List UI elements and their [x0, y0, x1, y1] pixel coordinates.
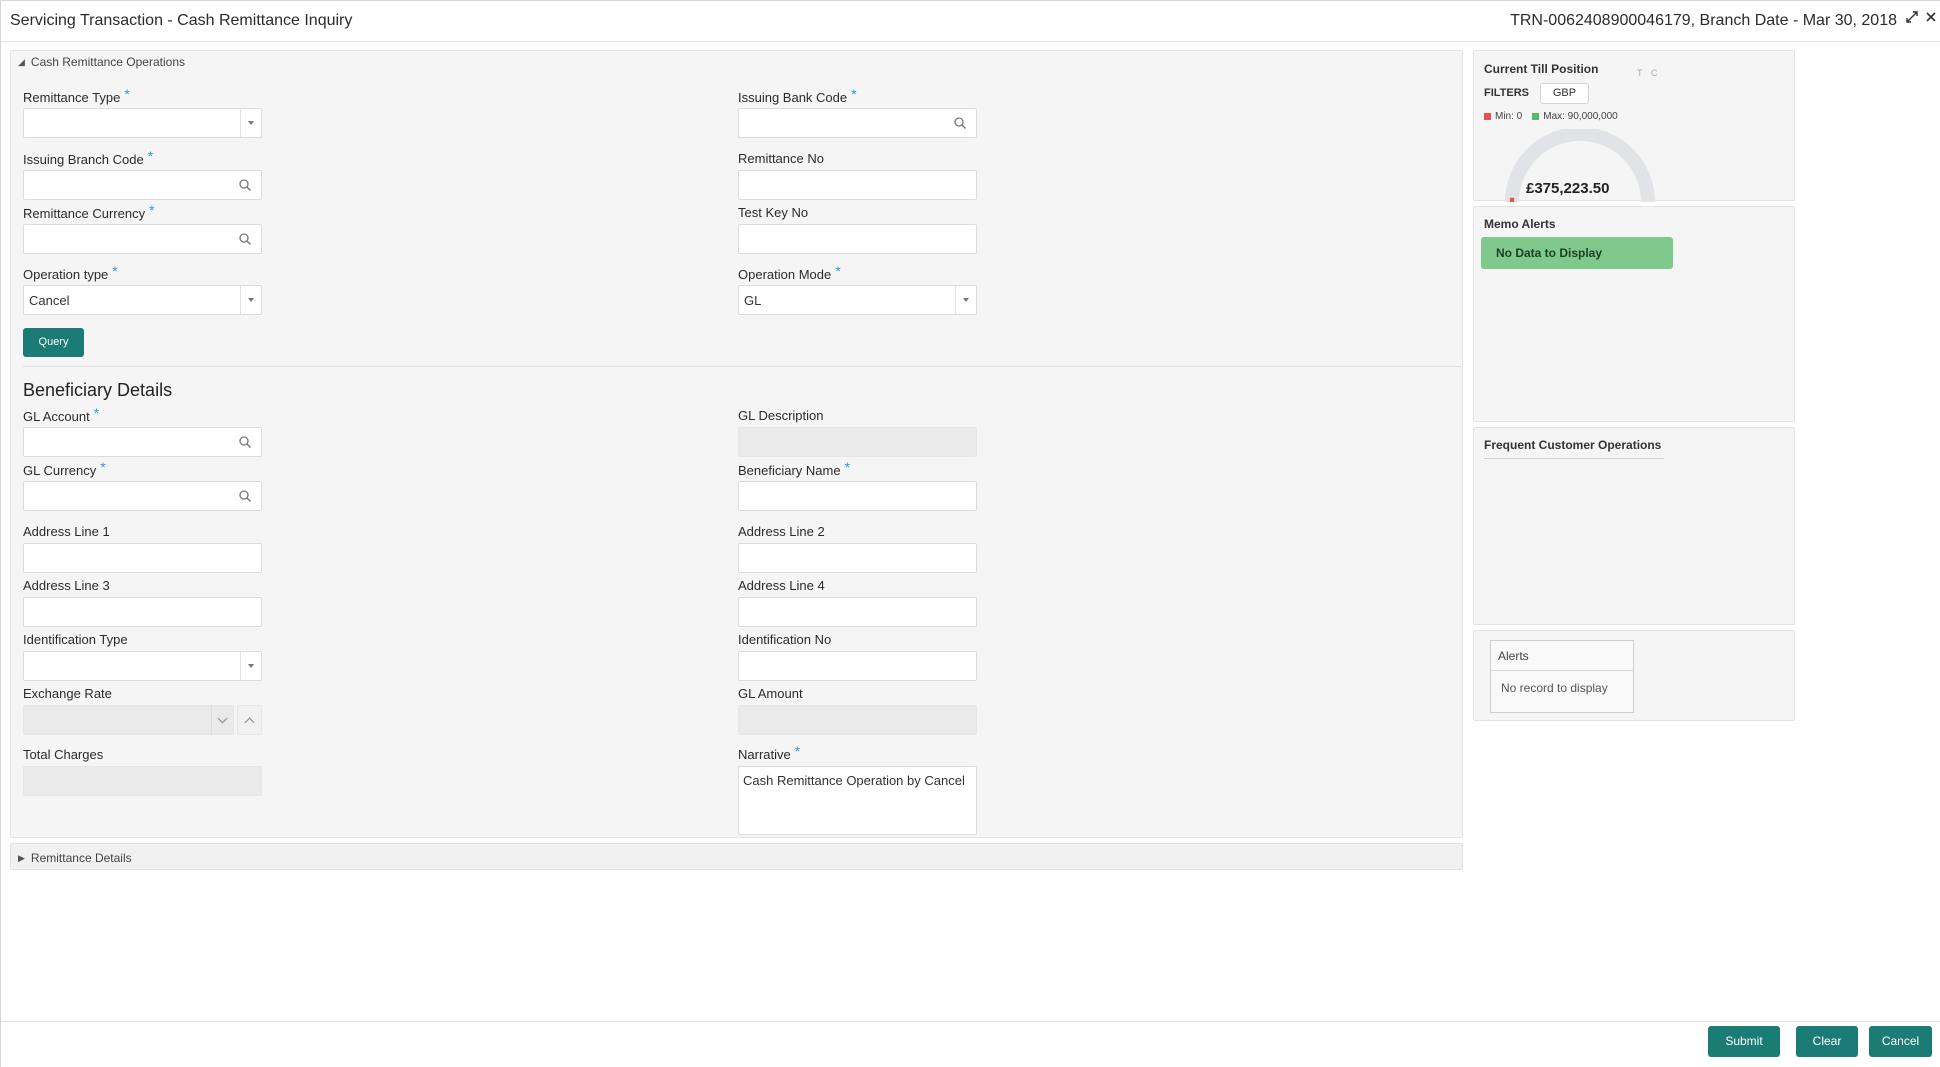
identification-no-label: Identification No	[738, 632, 832, 647]
search-icon[interactable]	[238, 232, 252, 246]
chevron-down-icon[interactable]	[240, 286, 261, 314]
query-button[interactable]: Query	[23, 328, 84, 357]
address-line-1-label: Address Line 1	[23, 524, 110, 539]
narrative-label: Narrative *	[738, 743, 801, 762]
min-legend-swatch	[1484, 113, 1491, 120]
exchange-rate-label: Exchange Rate	[23, 686, 112, 701]
remittance-currency-label: Remittance Currency *	[23, 202, 155, 221]
section-toggle-remittance-details[interactable]: ▶ Remittance Details	[18, 851, 132, 865]
expand-triangle-icon: ▶	[18, 852, 25, 863]
address-line-2-input[interactable]	[738, 543, 977, 573]
search-icon[interactable]	[953, 116, 967, 130]
increment-icon[interactable]	[237, 705, 262, 735]
title-bar: Servicing Transaction - Cash Remittance …	[1, 0, 1940, 42]
widget-title: Frequent Customer Operations	[1484, 438, 1662, 452]
identification-type-select[interactable]	[23, 651, 262, 681]
beneficiary-details-heading: Beneficiary Details	[23, 380, 173, 400]
narrative-textarea[interactable]: Cash Remittance Operation by Cancel	[738, 766, 977, 835]
test-key-no-input[interactable]	[738, 224, 977, 254]
max-legend-swatch	[1532, 113, 1540, 120]
exchange-rate-stepper	[23, 705, 262, 735]
address-line-4-input[interactable]	[738, 597, 977, 627]
widget-title: Memo Alerts	[1484, 217, 1556, 231]
filters-label: FILTERS	[1484, 87, 1530, 99]
beneficiary-name-input[interactable]	[738, 481, 977, 511]
section-toggle-cash-remittance-operations[interactable]: ◢ Cash Remittance Operations	[18, 55, 185, 69]
operation-type-select[interactable]: Cancel	[23, 285, 262, 315]
gl-currency-input[interactable]	[23, 481, 262, 511]
beneficiary-name-label: Beneficiary Name *	[738, 459, 851, 478]
address-line-1-input[interactable]	[23, 543, 262, 573]
search-icon[interactable]	[238, 435, 252, 449]
section-title: Cash Remittance Operations	[30, 55, 185, 69]
gl-amount-field	[738, 705, 977, 735]
chevron-down-icon[interactable]	[955, 286, 976, 314]
operation-type-label: Operation type *	[23, 263, 118, 282]
close-icon[interactable]	[1925, 10, 1937, 28]
test-key-no-label: Test Key No	[738, 205, 809, 220]
issuing-branch-code-input[interactable]	[23, 170, 262, 200]
exchange-rate-field	[23, 705, 234, 735]
widget-title: Current Till Position	[1484, 62, 1599, 76]
max-label: Max: 90,000,000	[1543, 111, 1618, 122]
search-icon[interactable]	[238, 489, 252, 503]
clear-button[interactable]: Clear	[1796, 1026, 1858, 1057]
remittance-no-label: Remittance No	[738, 151, 824, 166]
issuing-bank-code-label: Issuing Bank Code *	[738, 86, 857, 105]
alerts-empty-message: No record to display	[1501, 681, 1608, 695]
cancel-button[interactable]: Cancel	[1869, 1026, 1932, 1057]
app-window: Servicing Transaction - Cash Remittance …	[0, 0, 1940, 1067]
remittance-type-select[interactable]	[23, 108, 262, 138]
cash-remittance-operations-panel: ◢ Cash Remittance Operations Remittance …	[10, 50, 1463, 838]
address-line-2-label: Address Line 2	[738, 524, 825, 539]
identification-type-label: Identification Type	[23, 632, 128, 647]
divider	[23, 366, 1461, 367]
total-charges-label: Total Charges	[23, 747, 104, 762]
currency-filter-chip[interactable]: GBP	[1540, 83, 1589, 104]
alerts-widget: Alerts No record to display	[1473, 630, 1795, 721]
issuing-bank-code-input[interactable]	[738, 108, 977, 138]
current-till-position-widget: Current Till Position T C FILTERS GBP Mi…	[1473, 50, 1795, 203]
memo-alert-message: No Data to Display	[1481, 237, 1673, 269]
gl-amount-label: GL Amount	[738, 686, 803, 701]
search-icon[interactable]	[238, 178, 252, 192]
title-underline	[1484, 458, 1664, 459]
gl-description-field	[738, 427, 977, 457]
gl-account-input[interactable]	[23, 427, 262, 457]
transaction-reference: TRN-0062408900046179, Branch Date - Mar …	[1510, 12, 1897, 29]
remittance-currency-input[interactable]	[23, 224, 262, 254]
submit-button[interactable]: Submit	[1708, 1026, 1780, 1057]
remittance-no-input[interactable]	[738, 170, 977, 200]
issuing-branch-code-label: Issuing Branch Code *	[23, 148, 154, 167]
address-line-3-label: Address Line 3	[23, 578, 110, 593]
alerts-table: Alerts No record to display	[1490, 640, 1634, 713]
operation-mode-select[interactable]: GL	[738, 285, 977, 315]
total-charges-field	[23, 766, 262, 796]
page-title: Servicing Transaction - Cash Remittance …	[10, 12, 353, 29]
gl-account-label: GL Account *	[23, 405, 100, 424]
memo-alerts-widget: Memo Alerts No Data to Display	[1473, 206, 1795, 422]
chevron-down-icon[interactable]	[240, 652, 261, 680]
gl-currency-label: GL Currency *	[23, 459, 106, 478]
remittance-details-panel: ▶ Remittance Details	[10, 843, 1463, 870]
address-line-4-label: Address Line 4	[738, 578, 825, 593]
gauge-legend: Min: 0 Max: 90,000,000	[1484, 111, 1618, 122]
expand-icon[interactable]	[1905, 10, 1919, 28]
remittance-type-label: Remittance Type *	[23, 86, 130, 105]
frequent-customer-operations-widget: Frequent Customer Operations	[1473, 427, 1795, 625]
identification-no-input[interactable]	[738, 651, 977, 681]
footer-divider	[1, 1021, 1940, 1022]
decrement-icon[interactable]	[211, 705, 234, 735]
min-label: Min: 0	[1495, 111, 1523, 122]
till-amount: £375,223.50	[1526, 180, 1610, 197]
tc-toggle[interactable]: T C	[1637, 68, 1660, 78]
alerts-header: Alerts	[1491, 641, 1633, 671]
chevron-down-icon[interactable]	[240, 109, 261, 137]
operation-mode-label: Operation Mode *	[738, 263, 841, 282]
address-line-3-input[interactable]	[23, 597, 262, 627]
section-title: Remittance Details	[30, 851, 132, 865]
collapse-triangle-icon: ◢	[18, 56, 25, 67]
gl-description-label: GL Description	[738, 408, 824, 423]
